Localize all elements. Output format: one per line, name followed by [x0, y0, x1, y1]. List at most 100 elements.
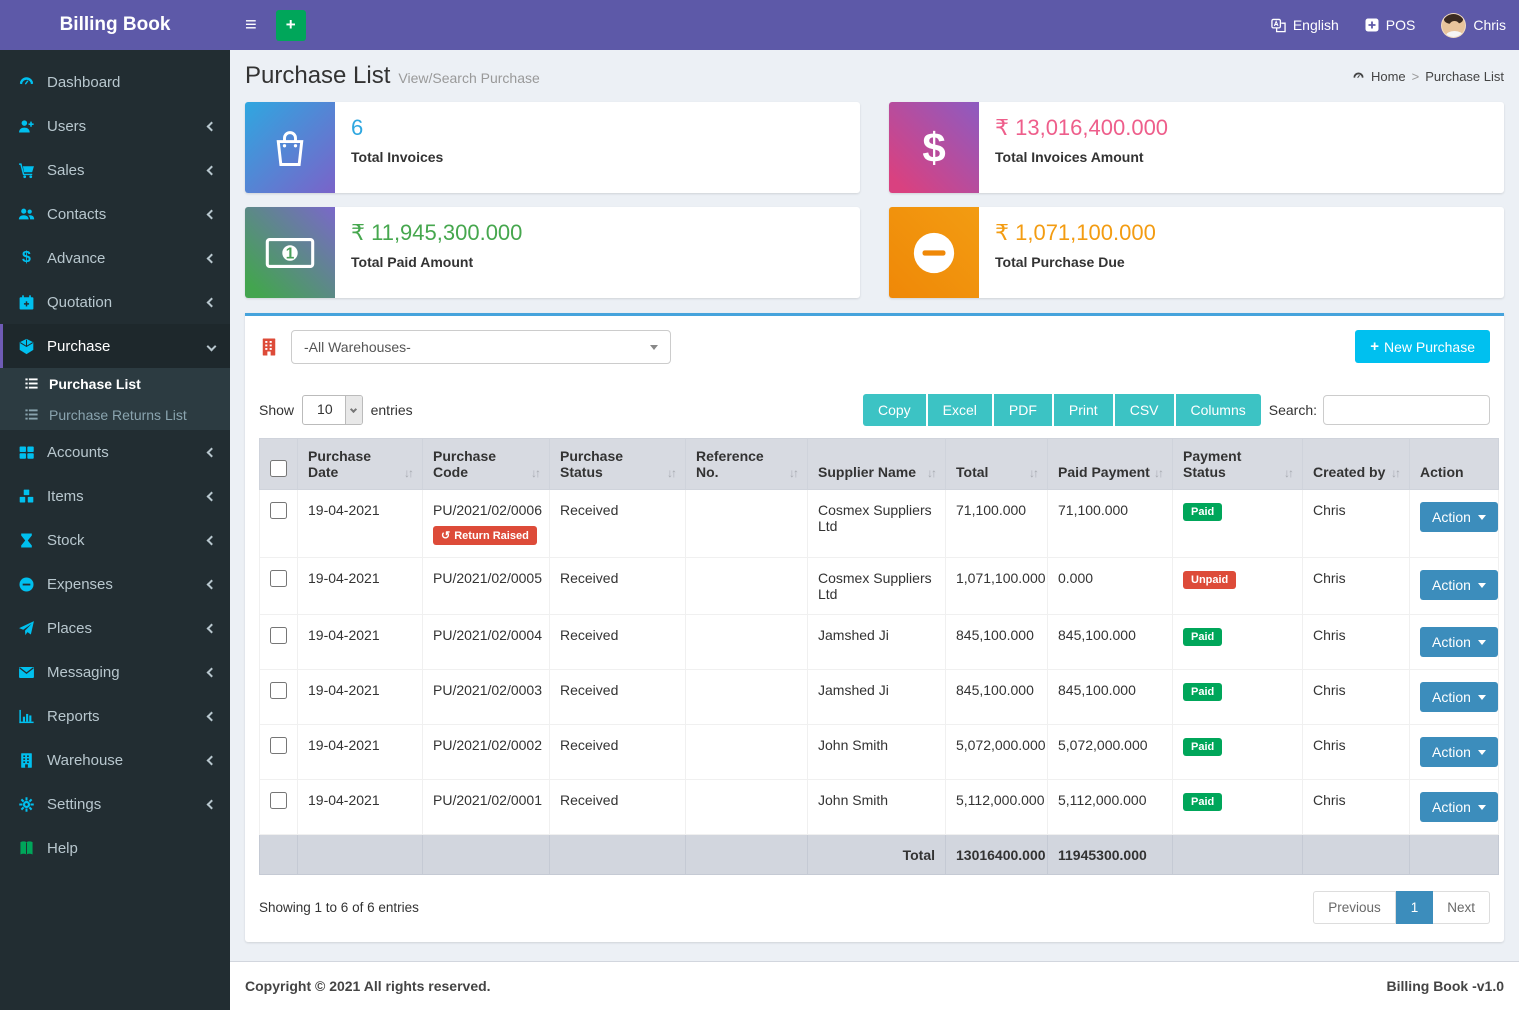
pdf-button[interactable]: PDF	[994, 394, 1052, 426]
brand-logo[interactable]: Billing Book	[0, 0, 230, 50]
stat-card-total-invoices-amount: $ ₹ 13,016,400.000 Total Invoices Amount	[889, 102, 1504, 193]
search-label: Search:	[1269, 402, 1317, 418]
total-value: 5,072,000.000	[956, 737, 1046, 753]
sidebar-item-contacts[interactable]: Contacts	[0, 192, 230, 236]
table-row: 19-04-2021 PU/2021/02/0004 Received Jams…	[260, 615, 1499, 670]
sidebar-item-items[interactable]: Items	[0, 474, 230, 518]
chevron-left-icon	[207, 579, 217, 589]
app-window: Billing Book ≡ + English POS	[0, 0, 1519, 1010]
purchase-table: Purchase Date↓↑ Purchase Code↓↑ Purchase…	[259, 438, 1499, 875]
action-button[interactable]: Action	[1420, 682, 1498, 712]
action-button[interactable]: Action	[1420, 627, 1498, 657]
sort-icon[interactable]: ↓↑	[1284, 466, 1292, 480]
sort-icon[interactable]: ↓↑	[927, 466, 935, 480]
chevron-left-icon	[207, 491, 217, 501]
sidebar-item-quotation[interactable]: Quotation	[0, 280, 230, 324]
sidebar-item-help[interactable]: Help	[0, 826, 230, 870]
dollar-icon: $	[18, 249, 35, 267]
next-page-button[interactable]: Next	[1433, 891, 1490, 924]
sidebar-item-purchase[interactable]: Purchase	[0, 324, 230, 368]
created-by: Chris	[1313, 627, 1346, 643]
print-button[interactable]: Print	[1054, 394, 1113, 426]
supplier-name: Jamshed Ji	[818, 627, 889, 643]
purchase-code: PU/2021/02/0001	[433, 792, 539, 808]
sidebar-item-reports[interactable]: Reports	[0, 694, 230, 738]
row-checkbox[interactable]	[270, 792, 287, 809]
purchase-code: PU/2021/02/0004	[433, 627, 539, 643]
breadcrumb-current: Purchase List	[1425, 69, 1504, 84]
bar-chart-icon	[18, 708, 35, 725]
pos-menu[interactable]: POS	[1352, 0, 1429, 50]
created-by: Chris	[1313, 502, 1346, 518]
sort-icon[interactable]: ↓↑	[1154, 466, 1162, 480]
sort-icon[interactable]: ↓↑	[404, 466, 412, 480]
sidebar-item-dashboard[interactable]: Dashboard	[0, 60, 230, 104]
sort-icon[interactable]: ↓↑	[1029, 466, 1037, 480]
sidebar-item-settings[interactable]: Settings	[0, 782, 230, 826]
sidebar-item-purchase-list[interactable]: Purchase List	[0, 368, 230, 399]
sidebar-item-sales[interactable]: Sales	[0, 148, 230, 192]
action-button[interactable]: Action	[1420, 502, 1498, 532]
copy-button[interactable]: Copy	[863, 394, 926, 426]
sort-icon[interactable]: ↓↑	[531, 466, 539, 480]
gear-icon	[18, 796, 35, 813]
supplier-name: John Smith	[818, 737, 888, 753]
sort-icon[interactable]: ↓↑	[667, 466, 675, 480]
reference-cell	[686, 490, 808, 558]
row-checkbox[interactable]	[270, 737, 287, 754]
row-checkbox[interactable]	[270, 502, 287, 519]
csv-button[interactable]: CSV	[1115, 394, 1174, 426]
quick-add-button[interactable]: +	[276, 10, 306, 41]
new-purchase-button[interactable]: + New Purchase	[1355, 330, 1490, 363]
hamburger-icon[interactable]: ≡	[230, 0, 272, 50]
sidebar-item-advance[interactable]: $ Advance	[0, 236, 230, 280]
sidebar-item-purchase-returns-list[interactable]: Purchase Returns List	[0, 399, 230, 430]
caret-down-icon	[1478, 805, 1486, 810]
list-icon	[24, 376, 39, 391]
sidebar-item-accounts[interactable]: Accounts	[0, 430, 230, 474]
chevron-left-icon	[207, 535, 217, 545]
excel-button[interactable]: Excel	[928, 394, 992, 426]
user-menu[interactable]: Chris	[1428, 0, 1519, 50]
page-size-select[interactable]: 10	[302, 395, 363, 425]
table-row: 19-04-2021 PU/2021/02/0003 Received Jams…	[260, 670, 1499, 725]
pos-label: POS	[1386, 17, 1416, 33]
columns-button[interactable]: Columns	[1176, 394, 1261, 426]
purchase-date: 19-04-2021	[308, 627, 380, 643]
supplier-name: John Smith	[818, 792, 888, 808]
sidebar-item-stock[interactable]: Stock	[0, 518, 230, 562]
chevron-left-icon	[207, 253, 217, 263]
page-1-button[interactable]: 1	[1396, 891, 1434, 924]
home-gauge-icon	[1352, 70, 1365, 83]
warehouse-select[interactable]: -All Warehouses-	[291, 330, 671, 364]
user-avatar	[1441, 13, 1466, 38]
sort-icon[interactable]: ↓↑	[1391, 466, 1399, 480]
hourglass-icon	[18, 532, 35, 549]
return-raised-badge[interactable]: ↺ Return Raised	[433, 526, 537, 545]
sidebar-item-places[interactable]: Places	[0, 606, 230, 650]
language-menu[interactable]: English	[1258, 0, 1352, 50]
sidebar-item-expenses[interactable]: Expenses	[0, 562, 230, 606]
table-row: 19-04-2021 PU/2021/02/0001 Received John…	[260, 780, 1499, 835]
sidebar-item-warehouse[interactable]: Warehouse	[0, 738, 230, 782]
breadcrumb-home[interactable]: Home	[1371, 69, 1406, 84]
select-all-checkbox[interactable]	[270, 460, 287, 477]
sidebar-item-messaging[interactable]: Messaging	[0, 650, 230, 694]
chevron-left-icon	[207, 755, 217, 765]
purchase-status: Received	[560, 682, 618, 698]
action-button[interactable]: Action	[1420, 570, 1498, 600]
row-checkbox[interactable]	[270, 627, 287, 644]
total-value: 845,100.000	[956, 627, 1034, 643]
sort-icon[interactable]: ↓↑	[789, 466, 797, 480]
calendar-plus-icon	[18, 294, 35, 311]
table-header-row: Purchase Date↓↑ Purchase Code↓↑ Purchase…	[260, 439, 1499, 490]
action-button[interactable]: Action	[1420, 792, 1498, 822]
row-checkbox[interactable]	[270, 570, 287, 587]
caret-down-icon	[1478, 695, 1486, 700]
search-input[interactable]	[1323, 395, 1490, 425]
row-checkbox[interactable]	[270, 682, 287, 699]
previous-page-button[interactable]: Previous	[1313, 891, 1396, 924]
sidebar-item-users[interactable]: Users	[0, 104, 230, 148]
action-button[interactable]: Action	[1420, 737, 1498, 767]
copyright-text: Copyright © 2021 All rights reserved.	[245, 978, 491, 994]
